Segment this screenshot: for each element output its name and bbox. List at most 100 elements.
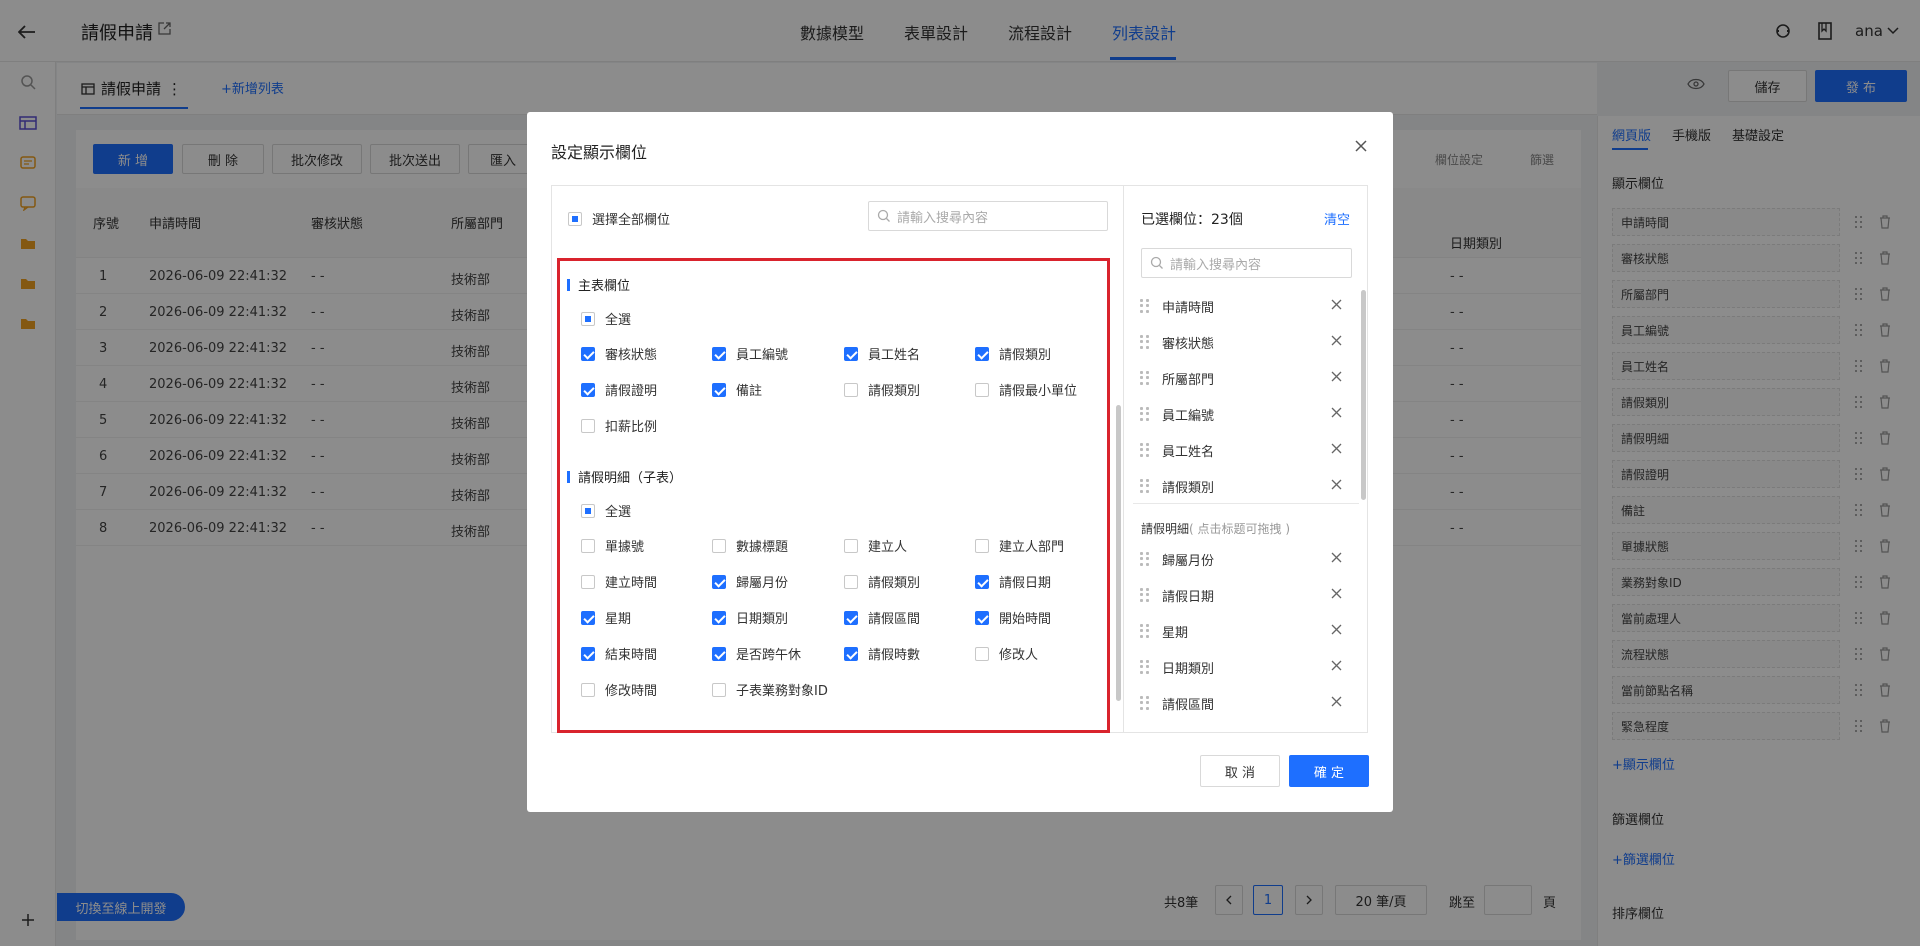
drag-handle-icon[interactable] bbox=[1140, 660, 1150, 674]
remove-icon[interactable] bbox=[1331, 479, 1342, 490]
field-checkbox[interactable]: 請假類別 bbox=[844, 572, 920, 591]
checkbox-unchecked bbox=[712, 682, 726, 697]
left-scrollbar[interactable] bbox=[1116, 405, 1121, 701]
remove-icon[interactable] bbox=[1331, 407, 1342, 418]
field-checkbox[interactable]: 請假時數 bbox=[844, 644, 920, 663]
field-checkbox[interactable]: 請假最小單位 bbox=[975, 380, 1077, 399]
selected-field-item[interactable]: 日期類別 bbox=[1140, 649, 1350, 685]
drag-handle-icon[interactable] bbox=[1140, 479, 1150, 493]
field-checkbox[interactable]: 建立人 bbox=[844, 536, 907, 555]
field-checkbox[interactable]: 審核狀態 bbox=[581, 344, 657, 363]
checkbox-checked bbox=[975, 574, 989, 589]
field-checkbox[interactable]: 請假區間 bbox=[844, 608, 920, 627]
field-checkbox[interactable]: 歸屬月份 bbox=[712, 572, 788, 591]
field-checkbox[interactable]: 員工編號 bbox=[712, 344, 788, 363]
selected-field-label: 星期 bbox=[1162, 625, 1189, 641]
sub-fields-title: 請假明細（子表） bbox=[578, 471, 683, 486]
selected-field-item[interactable]: 員工編號 bbox=[1140, 396, 1350, 432]
remove-icon[interactable] bbox=[1331, 299, 1342, 310]
field-checkbox[interactable]: 開始時間 bbox=[975, 608, 1051, 627]
remove-icon[interactable] bbox=[1331, 588, 1342, 599]
cancel-button[interactable]: 取 消 bbox=[1200, 755, 1280, 787]
field-checkbox-label: 請假類別 bbox=[999, 348, 1052, 363]
sub-fields-section: 請假明細（子表） bbox=[567, 467, 682, 486]
sub-select-all-label: 全選 bbox=[605, 505, 632, 520]
field-checkbox[interactable]: 建立人部門 bbox=[975, 536, 1064, 555]
checkbox-partial bbox=[568, 211, 582, 226]
field-checkbox-label: 結束時間 bbox=[605, 648, 658, 663]
remove-icon[interactable] bbox=[1331, 552, 1342, 563]
field-checkbox-label: 審核狀態 bbox=[605, 348, 658, 363]
field-checkbox-label: 請假時數 bbox=[868, 648, 921, 663]
field-checkbox[interactable]: 結束時間 bbox=[581, 644, 657, 663]
remove-icon[interactable] bbox=[1331, 335, 1342, 346]
selected-field-item[interactable]: 請假日期 bbox=[1140, 577, 1350, 613]
search-icon bbox=[877, 209, 890, 222]
drag-handle-icon[interactable] bbox=[1140, 696, 1150, 710]
checkbox-checked bbox=[975, 610, 989, 625]
field-checkbox-label: 請假類別 bbox=[868, 576, 921, 591]
remove-icon[interactable] bbox=[1331, 371, 1342, 382]
checkbox-checked bbox=[581, 382, 595, 397]
main-select-all-checkbox[interactable]: 全選 bbox=[581, 309, 631, 328]
checkbox-checked bbox=[844, 646, 858, 661]
section-bar bbox=[567, 470, 570, 483]
field-checkbox-label: 開始時間 bbox=[999, 612, 1052, 627]
field-checkbox[interactable]: 日期類別 bbox=[712, 608, 788, 627]
field-checkbox[interactable]: 請假日期 bbox=[975, 572, 1051, 591]
field-checkbox-label: 單據號 bbox=[605, 540, 645, 555]
sub-select-all-checkbox[interactable]: 全選 bbox=[581, 501, 631, 520]
field-checkbox[interactable]: 是否跨午休 bbox=[712, 644, 801, 663]
selected-field-item[interactable]: 員工姓名 bbox=[1140, 432, 1350, 468]
field-checkbox[interactable]: 子表業務對象ID bbox=[712, 680, 828, 699]
confirm-button[interactable]: 確 定 bbox=[1289, 755, 1369, 787]
drag-handle-icon[interactable] bbox=[1140, 443, 1150, 457]
field-search-input[interactable]: 請輸入搜尋內容 bbox=[868, 201, 1108, 231]
checkbox-checked bbox=[712, 382, 726, 397]
checkbox-unchecked bbox=[712, 538, 726, 553]
drag-handle-icon[interactable] bbox=[1140, 624, 1150, 638]
remove-icon[interactable] bbox=[1331, 696, 1342, 707]
checkbox-checked bbox=[975, 346, 989, 361]
clear-button[interactable]: 清空 bbox=[1324, 209, 1350, 228]
drag-handle-icon[interactable] bbox=[1140, 552, 1150, 566]
field-checkbox[interactable]: 星期 bbox=[581, 608, 631, 627]
selected-field-item[interactable]: 審核狀態 bbox=[1140, 324, 1350, 360]
selected-field-item[interactable]: 請假類別 bbox=[1140, 468, 1350, 504]
field-checkbox[interactable]: 建立時間 bbox=[581, 572, 657, 591]
selected-field-item[interactable]: 申請時間 bbox=[1140, 288, 1350, 324]
field-checkbox[interactable]: 修改時間 bbox=[581, 680, 657, 699]
select-all-fields-checkbox[interactable]: 選擇全部欄位 bbox=[568, 209, 670, 228]
field-checkbox-label: 請假區間 bbox=[868, 612, 921, 627]
field-checkbox[interactable]: 員工姓名 bbox=[844, 344, 920, 363]
drag-handle-icon[interactable] bbox=[1140, 371, 1150, 385]
remove-icon[interactable] bbox=[1331, 443, 1342, 454]
drag-handle-icon[interactable] bbox=[1140, 588, 1150, 602]
selected-field-item[interactable]: 請假區間 bbox=[1140, 685, 1350, 721]
field-checkbox[interactable]: 扣薪比例 bbox=[581, 416, 657, 435]
close-icon[interactable] bbox=[1355, 140, 1367, 152]
field-checkbox[interactable]: 請假類別 bbox=[975, 344, 1051, 363]
selected-field-item[interactable]: 歸屬月份 bbox=[1140, 541, 1350, 577]
drag-handle-icon[interactable] bbox=[1140, 335, 1150, 349]
field-checkbox[interactable]: 請假證明 bbox=[581, 380, 657, 399]
selected-field-item[interactable]: 所屬部門 bbox=[1140, 360, 1350, 396]
field-checkbox[interactable]: 修改人 bbox=[975, 644, 1038, 663]
select-all-fields-label: 選擇全部欄位 bbox=[592, 213, 671, 228]
field-checkbox-label: 數據標題 bbox=[736, 540, 789, 555]
field-checkbox[interactable]: 備註 bbox=[712, 380, 762, 399]
selected-field-item[interactable]: 星期 bbox=[1140, 613, 1350, 649]
drag-handle-icon[interactable] bbox=[1140, 299, 1150, 313]
right-scrollbar[interactable] bbox=[1361, 290, 1366, 500]
field-checkbox[interactable]: 單據號 bbox=[581, 536, 644, 555]
checkbox-checked bbox=[712, 346, 726, 361]
drag-handle-icon[interactable] bbox=[1140, 407, 1150, 421]
field-checkbox-label: 請假證明 bbox=[605, 384, 658, 399]
remove-icon[interactable] bbox=[1331, 624, 1342, 635]
search-icon bbox=[1150, 256, 1163, 269]
field-checkbox[interactable]: 數據標題 bbox=[712, 536, 788, 555]
remove-icon[interactable] bbox=[1331, 660, 1342, 671]
selected-search-input[interactable]: 請輸入搜尋內容 bbox=[1141, 248, 1352, 278]
field-checkbox[interactable]: 請假類別 bbox=[844, 380, 920, 399]
field-checkbox-label: 員工姓名 bbox=[868, 348, 921, 363]
